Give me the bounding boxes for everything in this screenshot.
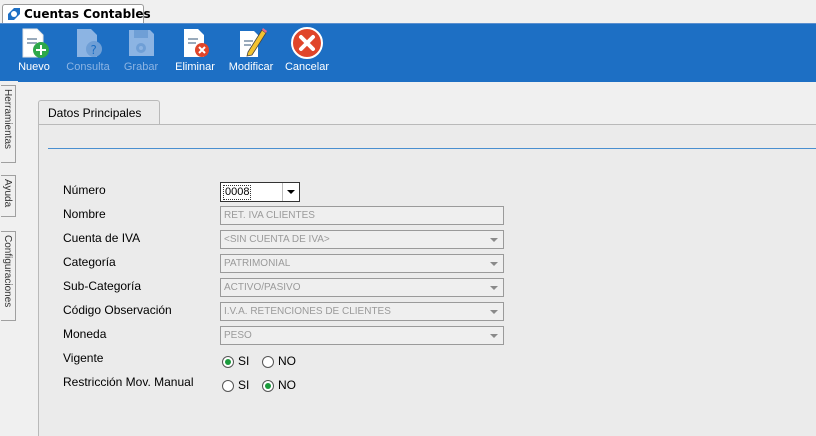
modificar-button[interactable]: Modificar [226,26,276,80]
query-document-icon: ? [77,29,102,57]
side-tab-herramientas[interactable]: Herramientas [1,85,16,163]
side-tab-configuraciones-label: Configuraciones [2,235,13,308]
side-tab-ayuda[interactable]: Ayuda [1,175,16,217]
vigente-si-label: SI [238,354,250,368]
cuenta-iva-select[interactable]: <SIN CUENTA DE IVA> [220,230,504,249]
categoria-label: Categoría [63,255,116,269]
categoria-value: PATRIMONIAL [224,258,291,269]
numero-combo[interactable]: 0008 [220,182,300,202]
moneda-value: PESO [224,330,252,341]
codigo-observacion-select[interactable]: I.V.A. RETENCIONES DE CLIENTES [220,302,504,321]
vigente-si-radio[interactable] [222,356,234,368]
tab-cuentas-contables[interactable]: Cuentas Contables [2,4,151,23]
vigente-no-label: NO [278,354,296,368]
side-tab-ayuda-label: Ayuda [2,179,13,208]
delete-document-icon [184,29,209,57]
chevron-down-icon [490,262,498,266]
codigo-observacion-value: I.V.A. RETENCIONES DE CLIENTES [224,306,391,317]
numero-dropdown-button[interactable] [282,183,299,201]
tab-datos-principales[interactable]: Datos Principales [38,100,160,125]
app-logo-icon [8,8,20,20]
side-tab-configuraciones[interactable]: Configuraciones [1,231,16,321]
moneda-label: Moneda [63,327,107,341]
modificar-label: Modificar [228,61,274,73]
restriccion-no-radio[interactable] [262,380,274,392]
document-tab-strip: Cuentas Contables [0,0,816,24]
section-divider [48,148,816,149]
moneda-select[interactable]: PESO [220,326,504,345]
edit-document-icon [240,28,267,57]
side-panel: Herramientas Ayuda Configuraciones [0,81,18,436]
toolbar: Nuevo ? Consulta Grabar Eliminar Modific… [0,23,816,82]
tab-title: Cuentas Contables [24,7,151,21]
nombre-value: RET. IVA CLIENTES [224,210,315,221]
save-disk-icon [129,30,154,56]
svg-text:?: ? [91,43,97,57]
sub-categoria-select[interactable]: ACTIVO/PASIVO [220,278,504,297]
grabar-label: Grabar [123,61,159,73]
cancel-icon [291,27,323,59]
codigo-observacion-label: Código Observación [63,303,172,317]
nuevo-label: Nuevo [18,61,50,73]
consulta-button[interactable]: ? Consulta [63,26,113,80]
cuenta-iva-value: <SIN CUENTA DE IVA> [224,234,330,245]
sub-categoria-label: Sub-Categoría [63,279,142,293]
grabar-button[interactable]: Grabar [120,26,162,80]
restriccion-si-label: SI [238,378,250,392]
chevron-down-icon [490,310,498,314]
chevron-down-icon [490,286,498,290]
categoria-select[interactable]: PATRIMONIAL [220,254,504,273]
eliminar-button[interactable]: Eliminar [173,26,217,80]
cancelar-button[interactable]: Cancelar [283,26,331,80]
side-tab-herramientas-label: Herramientas [2,89,13,150]
restriccion-no-label: NO [278,378,296,392]
consulta-label: Consulta [66,61,110,73]
nombre-field[interactable]: RET. IVA CLIENTES [220,206,504,225]
numero-value: 0008 [223,185,252,200]
cuenta-iva-label: Cuenta de IVA [63,231,141,245]
nombre-label: Nombre [63,207,106,221]
chevron-down-icon [490,238,498,242]
sub-categoria-value: ACTIVO/PASIVO [224,282,301,293]
chevron-down-icon [287,190,295,194]
vigente-no-radio[interactable] [262,356,274,368]
restriccion-si-radio[interactable] [222,380,234,392]
nuevo-button[interactable]: Nuevo [13,26,55,80]
restriccion-label: Restricción Mov. Manual [63,375,194,389]
chevron-down-icon [490,334,498,338]
vigente-label: Vigente [63,351,104,365]
numero-label: Número [63,183,106,197]
cancelar-label: Cancelar [284,61,330,73]
eliminar-label: Eliminar [175,61,215,73]
new-document-icon [22,28,49,58]
